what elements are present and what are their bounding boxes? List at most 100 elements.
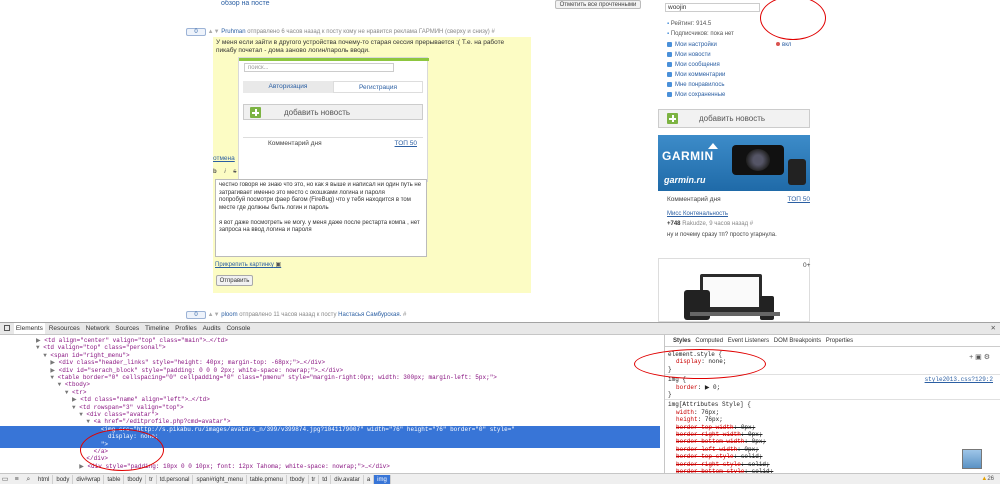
menu-item-settings[interactable]: Мои настройки: [667, 40, 767, 50]
tab-computed[interactable]: Computed: [695, 338, 723, 344]
tab-resources[interactable]: Resources: [47, 323, 82, 334]
css-property[interactable]: border-right-style: solid;: [668, 461, 1000, 468]
menu-item-messages[interactable]: Мои сообщения: [667, 60, 767, 70]
expand-triangle-icon[interactable]: ▼: [65, 389, 72, 396]
dom-node-line[interactable]: ▼ <div class="avatar">: [0, 411, 660, 418]
vote-button[interactable]: 0: [186, 311, 206, 319]
tab-elements[interactable]: Elements: [13, 323, 45, 334]
menu-item-comments[interactable]: Мои комментарии: [667, 70, 767, 80]
breadcrumb-item[interactable]: span#right_menu: [193, 475, 247, 484]
dom-node-line[interactable]: ▶ <div class="header_links" style="heigh…: [0, 359, 660, 366]
promo-count: 0+: [803, 262, 811, 269]
collapse-triangle-icon[interactable]: ▶: [50, 359, 58, 366]
vote-arrows-icon[interactable]: ▲▼: [208, 312, 220, 318]
css-property[interactable]: height: 76px;: [668, 416, 1000, 423]
post-review-link[interactable]: обзор на посте: [221, 0, 270, 7]
breadcrumb-item[interactable]: tbody: [287, 475, 309, 484]
css-property[interactable]: border-top-width: 0px;: [668, 424, 1000, 431]
css-rule[interactable]: img {style2013.css?129:2 border: ▶ 0;}: [665, 376, 1000, 398]
breadcrumb-item[interactable]: table.pmenu: [247, 475, 287, 484]
dom-node-line[interactable]: ▼ <td valign="top" class="personal">: [0, 344, 660, 351]
expand-triangle-icon[interactable]: ▼: [50, 374, 57, 381]
comment-author[interactable]: Pruhman: [221, 29, 245, 35]
mark-all-read-button[interactable]: Отметить все прочтенными: [555, 0, 641, 9]
dom-node-line[interactable]: ▶ <td align="center" valign="top" class=…: [0, 337, 660, 344]
breadcrumb-item[interactable]: tr: [309, 475, 320, 484]
breadcrumb-item[interactable]: td: [319, 475, 332, 484]
tab-event-listeners[interactable]: Event Listeners: [728, 338, 769, 344]
tab-sources[interactable]: Sources: [113, 323, 141, 334]
breadcrumb-item[interactable]: img: [374, 475, 391, 484]
menu-item-saved[interactable]: Мои сохраненные: [667, 90, 767, 100]
console-icon[interactable]: ≡: [12, 474, 22, 484]
css-property[interactable]: border: ▶ 0;: [668, 384, 1000, 391]
cancel-reply-link[interactable]: отмена: [213, 155, 235, 162]
add-news-button[interactable]: добавить новость: [658, 109, 810, 128]
collapse-triangle-icon[interactable]: ▶: [72, 396, 80, 403]
warning-count[interactable]: ▲26: [981, 474, 994, 484]
collapse-triangle-icon[interactable]: ▶: [36, 337, 44, 344]
dom-node-line[interactable]: ▼ <table border="0" cellspacing="0" cell…: [0, 374, 660, 381]
strike-button[interactable]: s: [233, 169, 236, 175]
send-button[interactable]: Отправить: [216, 275, 253, 286]
garmin-banner[interactable]: GARMIN garmin.ru: [658, 135, 810, 191]
tab-timeline[interactable]: Timeline: [143, 323, 171, 334]
breadcrumb-item[interactable]: div#wrap: [73, 475, 105, 484]
css-property[interactable]: width: 76px;: [668, 409, 1000, 416]
breadcrumb-item[interactable]: a: [364, 475, 375, 484]
dom-node-line[interactable]: ▼ <td rowspan="3" valign="top">: [0, 404, 660, 411]
close-icon[interactable]: ✕: [991, 323, 996, 334]
expand-triangle-icon[interactable]: ▼: [86, 418, 93, 425]
tab-audits[interactable]: Audits: [201, 323, 223, 334]
dom-node-line[interactable]: ▼ <span id="right_menu">: [0, 352, 660, 359]
reply-textarea[interactable]: честно говоря не знаю что это, но как я …: [215, 179, 427, 257]
tab-console[interactable]: Console: [224, 323, 252, 334]
menu-item-news[interactable]: Мои новости: [667, 50, 767, 60]
breadcrumb-item[interactable]: td.personal: [157, 475, 194, 484]
css-property[interactable]: border-bottom-width: 0px;: [668, 438, 1000, 445]
new-rule-icons[interactable]: + ▣ ⚙: [969, 353, 990, 361]
top50-link[interactable]: ТОП 50: [788, 195, 810, 204]
devtools-statusbar: ▭ ≡ ⌕ html body div#wrap table tbody tr td.per…: [0, 473, 1000, 484]
css-property-name: border-top-style: [676, 453, 734, 461]
inspect-icon[interactable]: ⌕: [23, 474, 33, 484]
breadcrumb-item[interactable]: table: [104, 475, 125, 484]
menu-item-liked[interactable]: Мне понравилось: [667, 80, 767, 90]
comment-author[interactable]: ploom: [221, 312, 237, 318]
breadcrumb-item[interactable]: body: [53, 475, 74, 484]
vote-arrows-icon[interactable]: ▲▼: [208, 29, 220, 35]
breadcrumb-item[interactable]: tbody: [124, 475, 147, 484]
tab-network[interactable]: Network: [84, 323, 112, 334]
comment-permalink[interactable]: #: [491, 29, 494, 35]
comment-post-link[interactable]: Настасья Самбурская.: [338, 312, 401, 318]
css-rule[interactable]: img[Attributes Style] {width: 76px; heigh…: [665, 401, 1000, 473]
italic-button[interactable]: i: [224, 169, 225, 175]
vk-link[interactable]: вкл: [776, 42, 791, 48]
bold-button[interactable]: b: [213, 169, 217, 175]
username-field[interactable]: woojin: [665, 3, 760, 12]
attach-image-link[interactable]: Прикрепить картинку ▣: [215, 261, 281, 268]
dom-node-line[interactable]: ▼ <tbody>: [0, 381, 660, 388]
css-property[interactable]: border-right-width: 0px;: [668, 431, 1000, 438]
expand-triangle-icon[interactable]: ▼: [58, 381, 65, 388]
breadcrumb-item[interactable]: html: [35, 475, 54, 484]
css-property[interactable]: border-top-style: solid;: [668, 453, 1000, 460]
comment-of-day-author[interactable]: Мисс Контенальность: [667, 211, 728, 217]
embed-tab-login: Авторизация: [243, 81, 333, 93]
dock-icon[interactable]: ▭: [0, 474, 10, 484]
tab-styles[interactable]: Styles: [673, 338, 691, 344]
vote-button[interactable]: 0: [186, 28, 206, 36]
tab-dom-breakpoints[interactable]: DOM Breakpoints: [774, 338, 821, 344]
dom-node-line[interactable]: ▶ <td class="name" align="left">…</td>: [0, 396, 660, 403]
dom-node-line[interactable]: ▶ <div id="serach_block" style="padding:…: [0, 367, 660, 374]
tab-profiles[interactable]: Profiles: [173, 323, 199, 334]
css-property[interactable]: border-left-width: 0px;: [668, 446, 1000, 453]
css-source-link[interactable]: style2013.css?129:2: [925, 376, 993, 383]
breadcrumb-item[interactable]: tr: [146, 475, 157, 484]
breadcrumb-item[interactable]: div.avatar: [331, 475, 364, 484]
tab-properties[interactable]: Properties: [826, 338, 853, 344]
dom-node-line[interactable]: ▼ <a href="/editprofile.php?cmd=avatar">: [0, 418, 660, 425]
collapse-triangle-icon[interactable]: ▶: [50, 367, 58, 374]
dom-node-line[interactable]: ▼ <tr>: [0, 389, 660, 396]
comment-permalink[interactable]: #: [403, 312, 406, 318]
